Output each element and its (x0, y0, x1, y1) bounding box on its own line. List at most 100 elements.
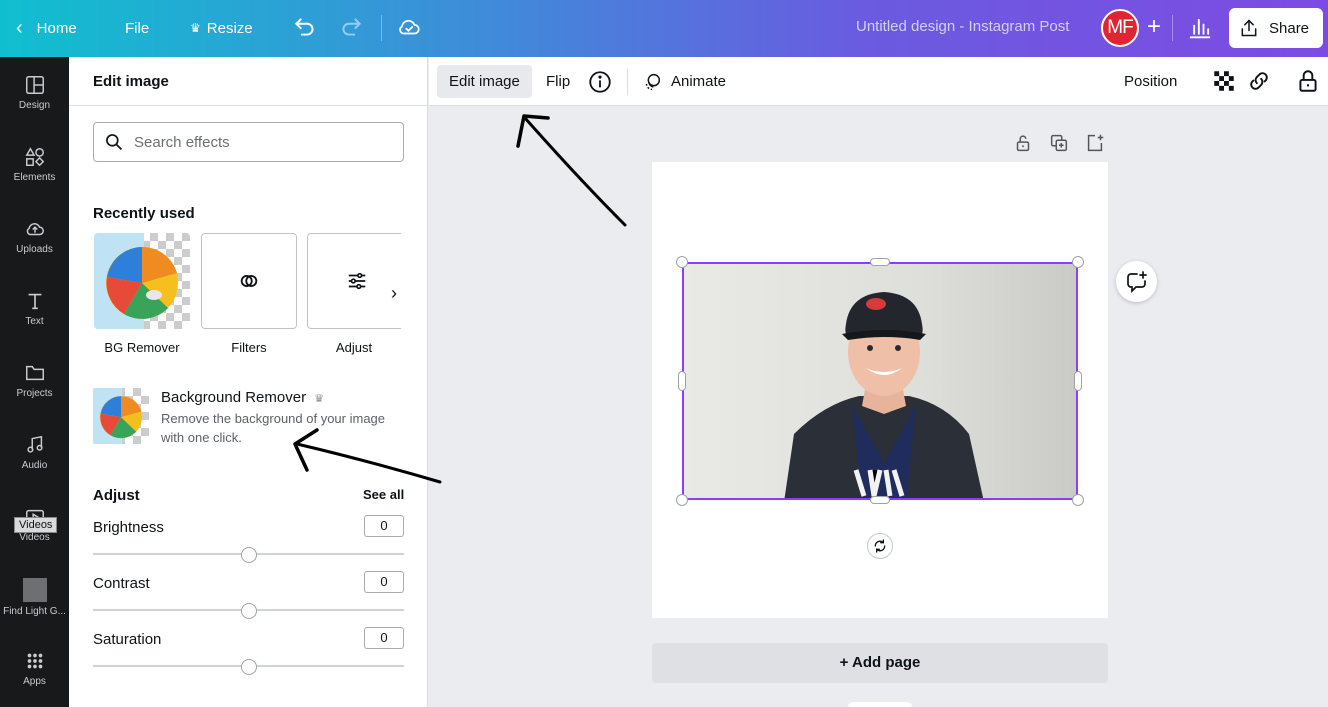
bg-remover-preview (93, 388, 149, 444)
bg-remover-thumbnail (94, 233, 190, 329)
add-collaborator-button[interactable]: + (1140, 14, 1168, 42)
contrast-value-input[interactable]: 0 (364, 571, 404, 593)
rail-label: Text (25, 316, 44, 327)
rail-label: Elements (13, 172, 56, 183)
insights-chart-icon[interactable] (1186, 14, 1214, 42)
videos-tooltip: Videos (14, 517, 58, 533)
avatar[interactable]: MF (1101, 9, 1139, 47)
resize-handle-right[interactable] (1074, 371, 1082, 391)
effect-label: BG Remover (104, 340, 180, 355)
rotate-icon (874, 539, 886, 553)
resize-handle-bottom-left[interactable] (676, 494, 688, 506)
edit-image-button[interactable]: Edit image (437, 65, 532, 98)
file-menu-button[interactable]: File (125, 10, 149, 46)
effect-label: Adjust (335, 340, 373, 355)
unlock-icon[interactable] (1012, 132, 1034, 154)
top-bar: ‹ Home File ♛ Resize Untitled design - I… (0, 0, 1328, 57)
add-page-button[interactable]: + Add page (652, 643, 1108, 683)
rail-item-uploads[interactable]: Uploads (0, 218, 69, 278)
rail-item-videos[interactable]: Videos (0, 506, 69, 566)
design-title[interactable]: Untitled design - Instagram Post (856, 18, 1069, 35)
adjust-sliders-icon (348, 272, 366, 290)
bg-remover-title: Background Remover ♛ (161, 389, 361, 406)
slider-knob[interactable] (240, 547, 257, 563)
effect-filters[interactable]: Filters (201, 233, 297, 355)
redo-icon[interactable] (338, 14, 364, 40)
rail-item-apps[interactable]: Apps (0, 650, 69, 707)
music-icon (26, 435, 43, 453)
recently-used-title: Recently used (93, 205, 195, 222)
adjust-thumbnail (307, 233, 401, 329)
rail-item-audio[interactable]: Audio (0, 434, 69, 494)
home-label: Home (36, 19, 77, 37)
brightness-slider-row: Brightness 0 (93, 515, 404, 567)
resize-handle-top[interactable] (870, 258, 890, 266)
context-toolbar: Edit image Flip Animate Position (429, 57, 1328, 106)
animate-label: Animate (671, 73, 727, 90)
undo-icon[interactable] (292, 14, 318, 40)
slider-label: Saturation (93, 631, 162, 648)
toolbar-divider (381, 15, 382, 41)
rail-label: Find Light G... (3, 606, 66, 617)
resize-button[interactable]: ♛ Resize (190, 10, 253, 46)
rail-item-text[interactable]: Text (0, 290, 69, 350)
share-button[interactable]: Share (1229, 8, 1323, 48)
panel-title: Edit image (69, 57, 427, 106)
resize-handle-bottom[interactable] (870, 496, 890, 504)
effect-bg-remover[interactable]: BG Remover (94, 233, 190, 355)
apps-grid-icon (27, 653, 42, 669)
animate-button[interactable]: Animate (629, 65, 738, 98)
bg-remover-description: Remove the background of your image with… (161, 411, 386, 445)
toolbar-divider (1172, 15, 1173, 41)
beach-ball-image (93, 388, 142, 444)
resize-handle-top-left[interactable] (676, 256, 688, 268)
add-comment-button[interactable] (1116, 261, 1157, 302)
adjust-section-title: Adjust (93, 487, 140, 504)
home-button[interactable]: ‹ Home (16, 10, 77, 46)
rail-item-find-light[interactable]: Find Light G... (0, 578, 69, 638)
rail-label: Audio (21, 460, 48, 471)
share-label: Share (1269, 19, 1310, 37)
lock-icon[interactable] (1295, 68, 1321, 94)
slider-knob[interactable] (240, 603, 257, 619)
effect-label: Filters (231, 340, 267, 355)
add-page-icon[interactable] (1084, 132, 1106, 154)
rail-item-projects[interactable]: Projects (0, 362, 69, 422)
resize-label: Resize (206, 19, 253, 37)
chevron-right-icon[interactable]: › (391, 283, 397, 304)
left-rail: Design Elements Uploads Text Projects Au… (0, 57, 69, 707)
position-button[interactable]: Position (1112, 65, 1189, 98)
app-thumbnail (22, 578, 47, 602)
search-effects-field[interactable] (93, 122, 404, 162)
flip-button[interactable]: Flip (534, 65, 582, 98)
resize-handle-top-right[interactable] (1072, 256, 1084, 268)
folder-icon (25, 365, 44, 381)
duplicate-page-icon[interactable] (1048, 132, 1070, 154)
effect-adjust[interactable]: Adjust (307, 233, 401, 355)
search-icon (106, 134, 123, 151)
toolbar-divider (627, 69, 628, 95)
rail-label: Videos (19, 532, 50, 543)
text-icon (28, 293, 41, 310)
transparency-icon[interactable] (1211, 68, 1237, 94)
slider-knob[interactable] (240, 659, 257, 675)
filters-icon (240, 275, 258, 287)
info-icon[interactable] (587, 69, 613, 95)
portrait-photo (684, 264, 1076, 498)
selected-photo[interactable] (682, 262, 1078, 500)
brightness-value-input[interactable]: 0 (364, 515, 404, 537)
rail-label: Design (18, 100, 51, 111)
see-all-link[interactable]: See all (363, 487, 404, 502)
page-scroll-indicator[interactable] (848, 702, 912, 707)
rail-label: Apps (23, 676, 46, 687)
search-input[interactable] (134, 133, 384, 151)
rail-item-elements[interactable]: Elements (0, 146, 69, 206)
saturation-value-input[interactable]: 0 (364, 627, 404, 649)
resize-handle-left[interactable] (678, 371, 686, 391)
rotate-handle[interactable] (867, 533, 893, 559)
rail-item-design[interactable]: Design (0, 74, 69, 134)
upload-icon (26, 223, 44, 236)
link-icon[interactable] (1246, 68, 1272, 94)
cloud-saved-icon[interactable] (396, 14, 422, 40)
resize-handle-bottom-right[interactable] (1072, 494, 1084, 506)
